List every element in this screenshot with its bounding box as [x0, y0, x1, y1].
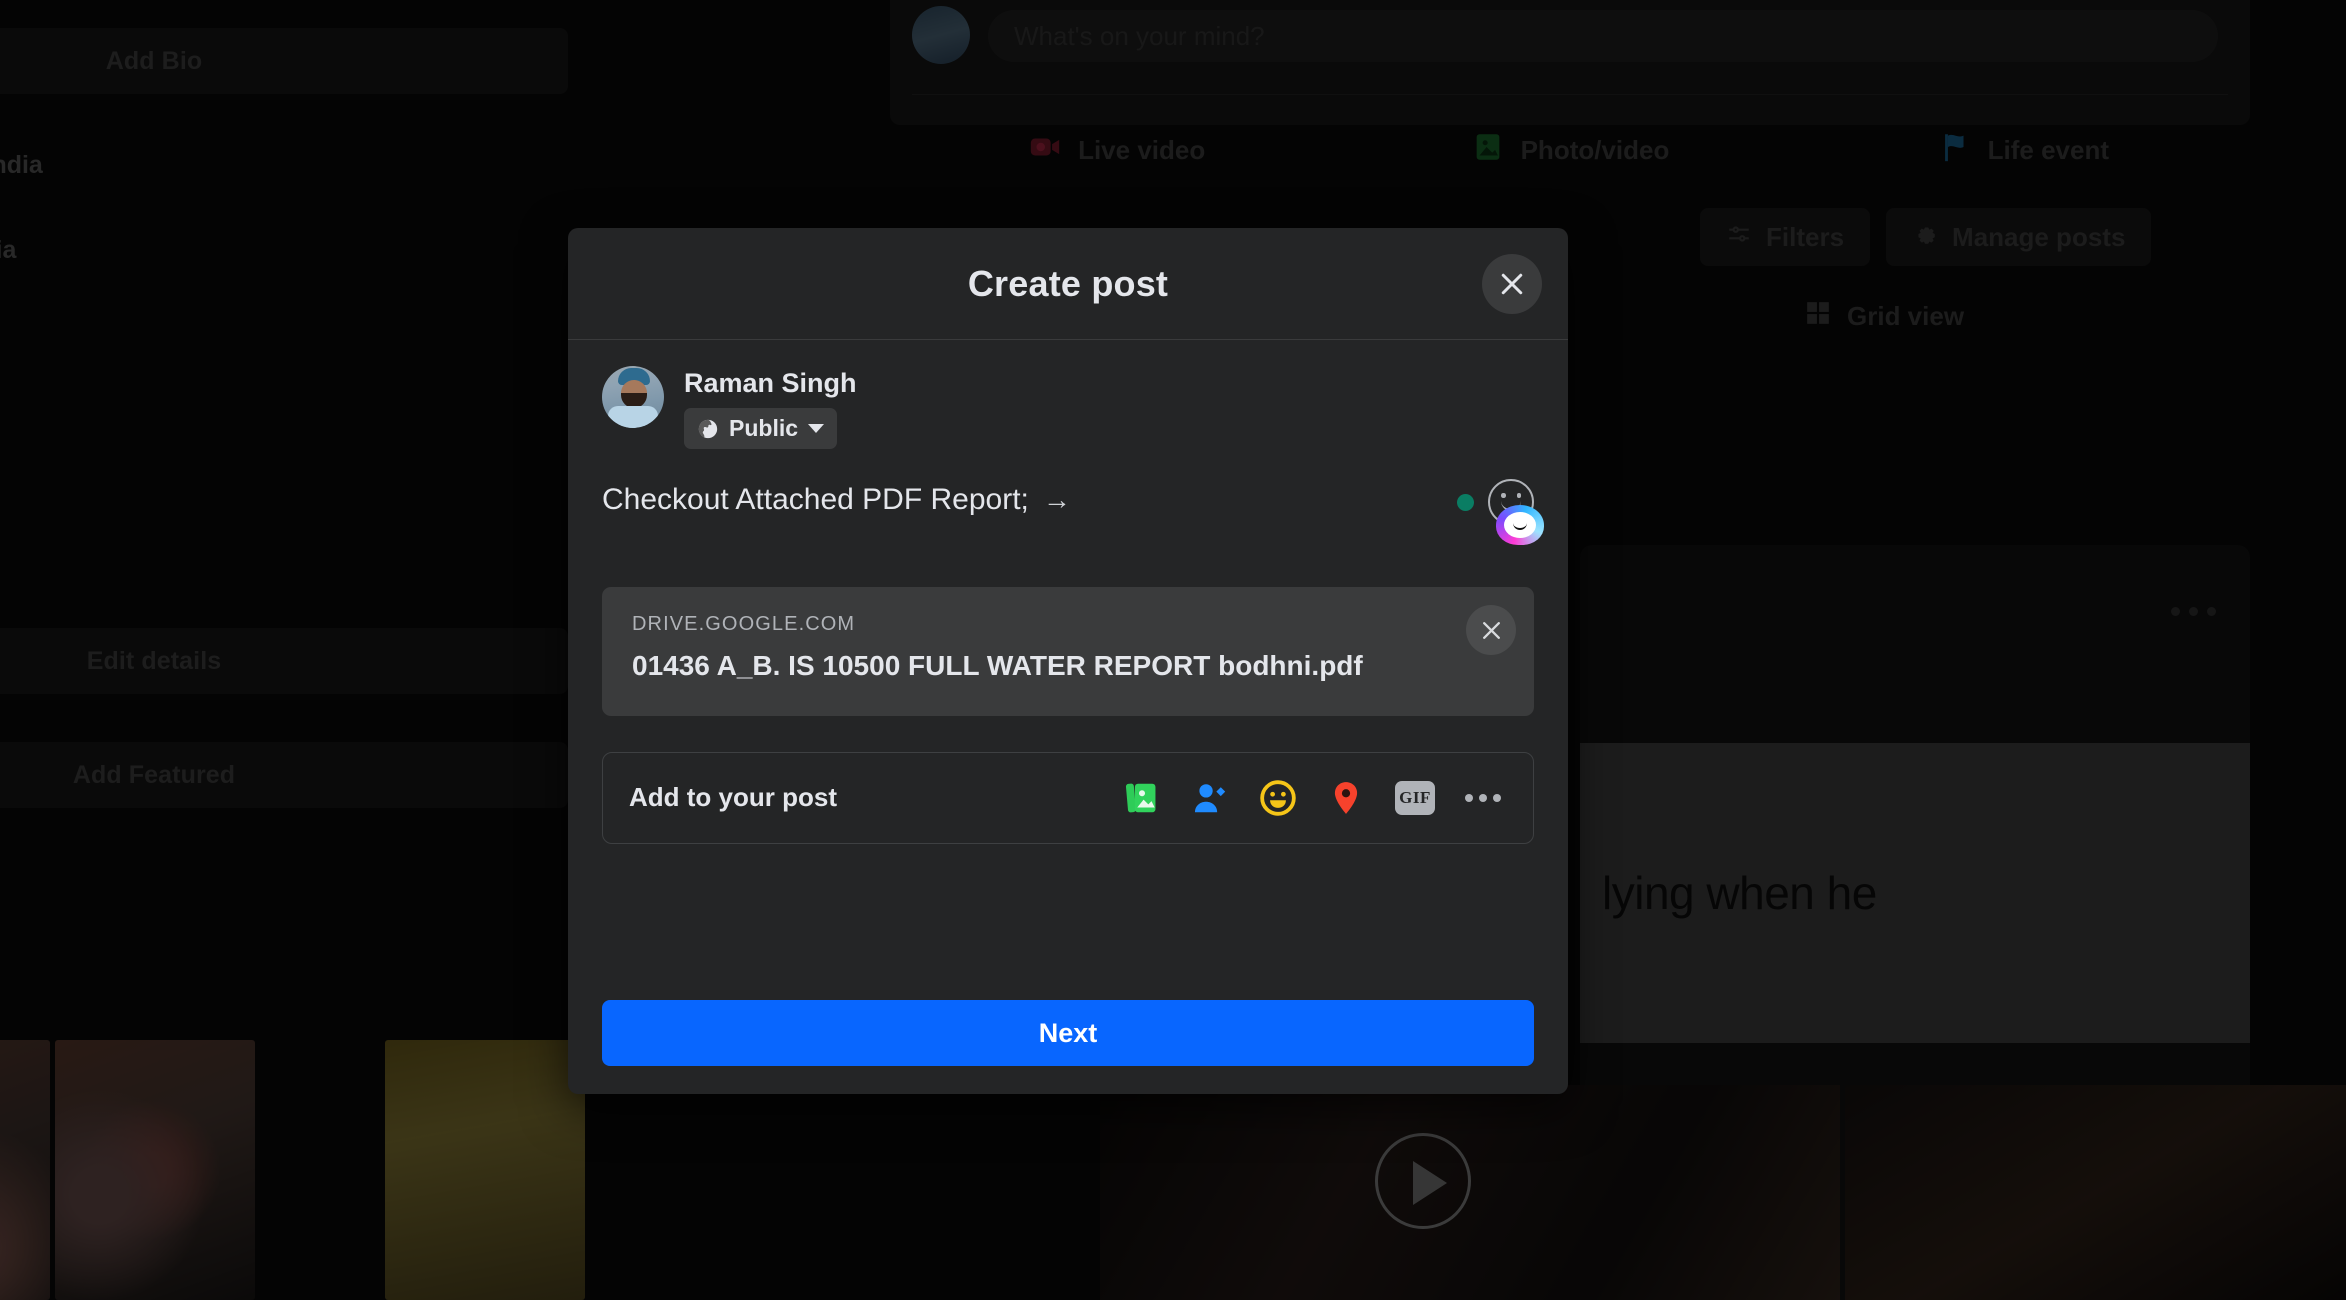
arrow-right-icon: →: [1043, 486, 1071, 514]
next-button[interactable]: Next: [602, 1000, 1534, 1066]
dialog-header: Create post: [568, 228, 1568, 340]
composer-side-controls: [1457, 477, 1534, 525]
author-meta: Raman Singh Public: [684, 366, 857, 449]
tag-people-icon[interactable]: [1187, 775, 1233, 821]
link-preview-title: 01436 A_B. IS 10500 FULL WATER REPORT bo…: [632, 648, 1432, 684]
dialog-footer: Next: [568, 970, 1568, 1094]
meta-ai-icon[interactable]: [1496, 505, 1544, 545]
post-text-value: Checkout Attached PDF Report;: [602, 481, 1029, 519]
avatar[interactable]: [602, 366, 664, 428]
chevron-down-icon: [808, 424, 824, 433]
author-name: Raman Singh: [684, 368, 857, 399]
gif-label: GIF: [1395, 781, 1435, 815]
globe-icon: [697, 418, 719, 440]
link-preview-card[interactable]: DRIVE.GOOGLE.COM 01436 A_B. IS 10500 FUL…: [602, 587, 1534, 716]
remove-link-preview-icon[interactable]: [1466, 605, 1516, 655]
gif-icon[interactable]: GIF: [1391, 777, 1439, 819]
screen-root: Add Bio Lives in Chandigarh, India From …: [0, 0, 2346, 1300]
create-post-dialog: Create post Raman Singh Pu: [568, 228, 1568, 1094]
post-composer-row: Checkout Attached PDF Report; →: [602, 477, 1534, 557]
status-dot-icon: [1457, 494, 1474, 511]
dialog-title: Create post: [968, 263, 1168, 305]
post-text-input[interactable]: Checkout Attached PDF Report; →: [602, 477, 1071, 519]
audience-label: Public: [729, 415, 798, 442]
check-in-icon[interactable]: [1323, 775, 1369, 821]
photo-video-icon[interactable]: [1119, 775, 1165, 821]
feeling-activity-icon[interactable]: [1255, 775, 1301, 821]
dialog-body: Raman Singh Public Checkout Attached PDF…: [568, 340, 1568, 970]
audience-selector[interactable]: Public: [684, 408, 837, 449]
add-to-post-bar: Add to your post: [602, 752, 1534, 844]
add-to-post-icons: GIF: [1119, 775, 1505, 821]
link-preview-domain: DRIVE.GOOGLE.COM: [632, 613, 1504, 636]
more-options-icon[interactable]: [1461, 790, 1505, 806]
close-icon[interactable]: [1482, 254, 1542, 314]
author-row: Raman Singh Public: [602, 366, 1534, 449]
add-to-post-label: Add to your post: [629, 782, 837, 813]
